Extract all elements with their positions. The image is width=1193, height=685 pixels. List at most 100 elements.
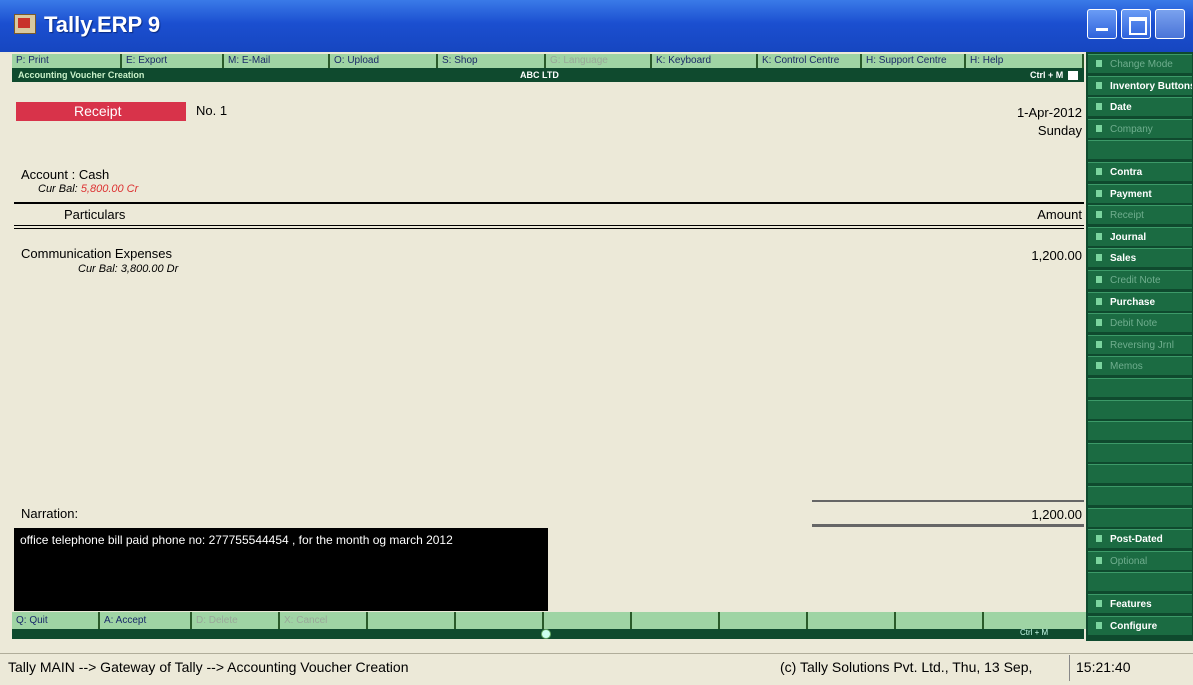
header-checkbox[interactable]: [1068, 71, 1078, 80]
close-button[interactable]: [1155, 9, 1185, 39]
bottom-button[interactable]: [984, 612, 1088, 629]
top-button[interactable]: O: Upload: [330, 54, 438, 68]
bottom-button[interactable]: D: Delete: [192, 612, 280, 629]
side-button[interactable]: Date: [1088, 97, 1192, 117]
side-button[interactable]: Post-Dated: [1088, 529, 1192, 549]
bottom-button[interactable]: [368, 612, 456, 629]
top-button[interactable]: G: Language: [546, 54, 652, 68]
account-name[interactable]: Cash: [79, 167, 109, 182]
side-button-label: Memos: [1110, 361, 1143, 373]
divider: [14, 228, 1084, 229]
side-button[interactable]: [1088, 421, 1192, 441]
side-button-label: Optional: [1110, 555, 1148, 567]
key-marker-icon: [1096, 556, 1102, 564]
voucher-date[interactable]: 1-Apr-2012: [1000, 105, 1082, 120]
side-button[interactable]: Inventory Buttons: [1088, 75, 1192, 95]
top-button[interactable]: S: Shop: [438, 54, 546, 68]
top-button[interactable]: M: E-Mail: [224, 54, 330, 68]
top-button[interactable]: H: Help: [966, 54, 1084, 68]
side-button-label: Features: [1110, 599, 1152, 610]
divider: [14, 202, 1084, 204]
ledger-name[interactable]: Communication Expenses: [21, 246, 172, 261]
account-balance: Cur Bal: 5,800.00 Cr: [38, 183, 138, 195]
bottom-button[interactable]: A: Accept: [100, 612, 192, 629]
company-name: ABC LTD: [520, 70, 559, 80]
side-button[interactable]: Memos: [1088, 356, 1192, 376]
total-rule-bottom: [812, 524, 1084, 527]
key-marker-icon: [1096, 211, 1102, 219]
key-marker-icon: [1096, 621, 1102, 629]
top-button[interactable]: K: Control Centre: [758, 54, 862, 68]
top-button[interactable]: H: Support Centre: [862, 54, 966, 68]
side-button[interactable]: Reversing Jrnl: [1088, 334, 1192, 354]
bottom-button[interactable]: [720, 612, 808, 629]
status-separator: [1069, 655, 1070, 681]
total-rule-top: [812, 500, 1084, 502]
tally-logo-icon: [14, 14, 36, 34]
side-button[interactable]: [1088, 140, 1192, 160]
key-marker-icon: [1096, 600, 1102, 607]
ledger-amount[interactable]: 1,200.00: [1000, 248, 1082, 263]
account-label: Account :: [21, 167, 76, 182]
top-button[interactable]: K: Keyboard: [652, 54, 758, 68]
side-button[interactable]: Debit Note: [1088, 313, 1192, 333]
side-button[interactable]: Payment: [1088, 183, 1192, 203]
scroll-indicator-icon[interactable]: [541, 629, 551, 639]
side-button[interactable]: Contra: [1088, 162, 1192, 181]
bottom-button[interactable]: [544, 612, 632, 629]
side-button-label: Receipt: [1110, 210, 1144, 222]
ledger-balance-value: 3,800.00 Dr: [120, 263, 179, 275]
side-button-label: Credit Note: [1110, 275, 1161, 286]
bottom-button[interactable]: X: Cancel: [280, 612, 368, 629]
side-button[interactable]: [1088, 442, 1192, 462]
bottom-button[interactable]: Q: Quit: [12, 612, 100, 629]
top-button[interactable]: E: Export: [122, 54, 224, 68]
side-button[interactable]: Purchase: [1088, 291, 1192, 311]
top-button-bar: P: Print E: Export M: E-Mail O: Upload S: Sh…: [12, 54, 1084, 68]
top-button[interactable]: P: Print: [12, 54, 122, 68]
side-button[interactable]: [1088, 399, 1192, 419]
key-marker-icon: [1096, 340, 1102, 348]
account-row[interactable]: Account : Cash: [21, 167, 109, 182]
side-button[interactable]: [1088, 486, 1192, 505]
side-button[interactable]: Company: [1088, 118, 1192, 138]
side-button[interactable]: Change Mode: [1088, 54, 1192, 73]
title-bar[interactable]: [0, 0, 1193, 52]
side-button[interactable]: Credit Note: [1088, 270, 1192, 289]
side-button[interactable]: [1088, 572, 1192, 592]
side-button[interactable]: Features: [1088, 594, 1192, 613]
side-button[interactable]: [1088, 507, 1192, 527]
account-balance-label: Cur Bal:: [38, 183, 78, 195]
side-button-label: Purchase: [1110, 296, 1156, 308]
side-button[interactable]: [1088, 464, 1192, 484]
bottom-button[interactable]: [632, 612, 720, 629]
column-amount: Amount: [1037, 207, 1082, 222]
key-marker-icon: [1096, 276, 1102, 283]
side-button[interactable]: Configure: [1088, 615, 1192, 635]
side-button[interactable]: Sales: [1088, 248, 1192, 268]
bottom-button[interactable]: [808, 612, 896, 629]
side-button-label: Date: [1110, 102, 1132, 114]
side-button-label: Journal: [1110, 231, 1147, 243]
side-button-label: Debit Note: [1110, 318, 1158, 330]
ledger-balance-label: Cur Bal:: [78, 263, 118, 275]
status-path: Tally MAIN --> Gateway of Tally --> Acco…: [8, 659, 409, 675]
voucher-type[interactable]: Receipt: [16, 102, 186, 121]
bottom-shortcut: Ctrl + M: [1020, 628, 1049, 637]
side-button[interactable]: Journal: [1088, 226, 1192, 246]
bottom-button[interactable]: [456, 612, 544, 629]
key-marker-icon: [1096, 81, 1102, 89]
header-shortcut: Ctrl + M: [1030, 70, 1064, 80]
side-button[interactable]: [1088, 378, 1192, 397]
column-particulars: Particulars: [64, 207, 126, 222]
key-marker-icon: [1096, 168, 1102, 175]
side-button[interactable]: Receipt: [1088, 205, 1192, 225]
narration-input[interactable]: office telephone bill paid phone no: 277…: [14, 528, 548, 611]
side-button[interactable]: Optional: [1088, 550, 1192, 570]
divider: [14, 225, 1084, 226]
total-amount: 1,200.00: [1031, 507, 1082, 522]
minimize-button[interactable]: [1087, 9, 1117, 39]
maximize-button[interactable]: [1121, 9, 1151, 39]
bottom-button[interactable]: [896, 612, 984, 629]
side-button-label: Payment: [1110, 188, 1152, 200]
